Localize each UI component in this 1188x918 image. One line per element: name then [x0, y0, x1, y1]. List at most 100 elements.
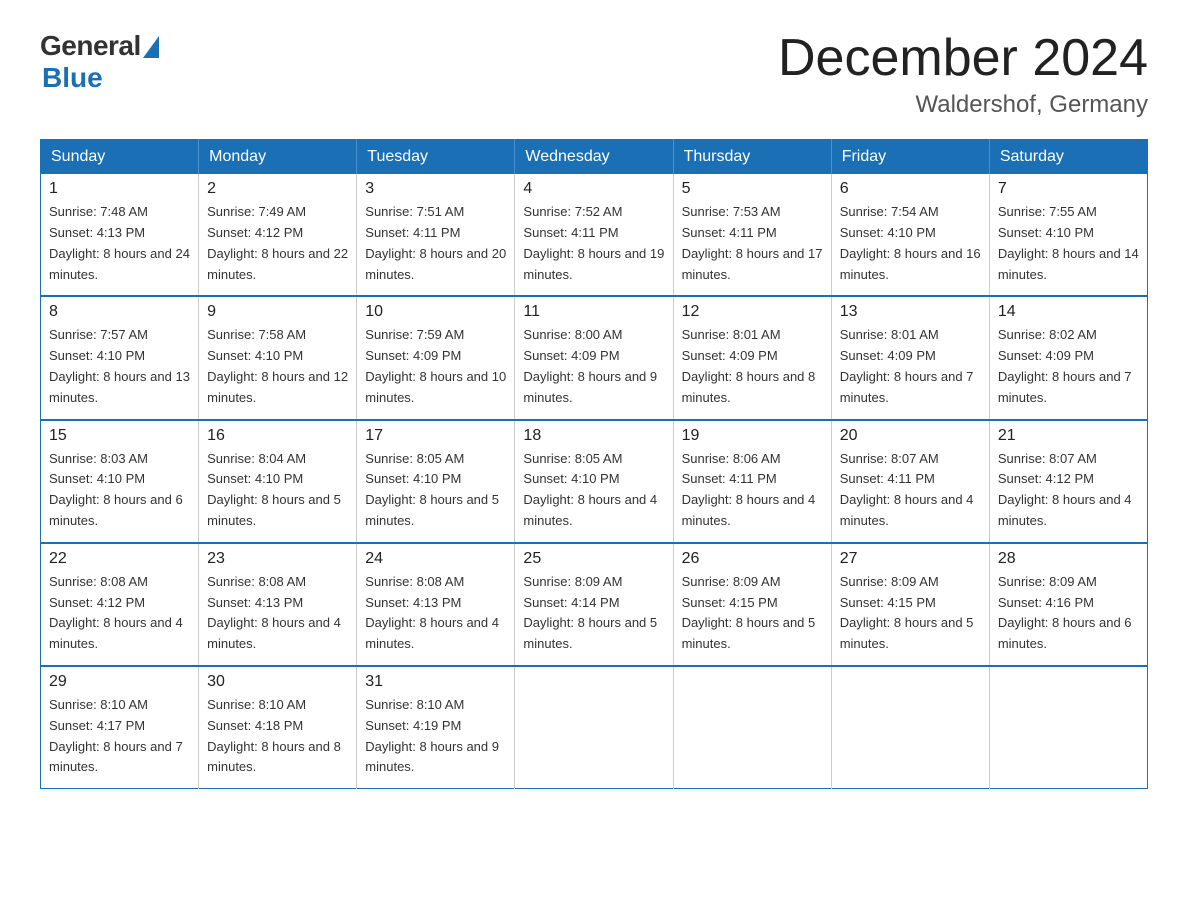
- day-number: 21: [998, 427, 1139, 445]
- table-row: 5 Sunrise: 7:53 AM Sunset: 4:11 PM Dayli…: [673, 174, 831, 296]
- table-row: 27 Sunrise: 8:09 AM Sunset: 4:15 PM Dayl…: [831, 543, 989, 666]
- day-number: 24: [365, 550, 506, 568]
- day-info: Sunrise: 8:01 AM Sunset: 4:09 PM Dayligh…: [682, 325, 823, 408]
- table-row: 30 Sunrise: 8:10 AM Sunset: 4:18 PM Dayl…: [199, 666, 357, 789]
- calendar-header-row: Sunday Monday Tuesday Wednesday Thursday…: [41, 140, 1148, 175]
- day-info: Sunrise: 8:07 AM Sunset: 4:12 PM Dayligh…: [998, 449, 1139, 532]
- table-row: 10 Sunrise: 7:59 AM Sunset: 4:09 PM Dayl…: [357, 296, 515, 419]
- day-info: Sunrise: 7:49 AM Sunset: 4:12 PM Dayligh…: [207, 202, 348, 285]
- location-title: Waldershof, Germany: [778, 91, 1148, 119]
- day-info: Sunrise: 7:51 AM Sunset: 4:11 PM Dayligh…: [365, 202, 506, 285]
- table-row: 16 Sunrise: 8:04 AM Sunset: 4:10 PM Dayl…: [199, 420, 357, 543]
- day-number: 9: [207, 303, 348, 321]
- table-row: [515, 666, 673, 789]
- table-row: 21 Sunrise: 8:07 AM Sunset: 4:12 PM Dayl…: [989, 420, 1147, 543]
- table-row: 13 Sunrise: 8:01 AM Sunset: 4:09 PM Dayl…: [831, 296, 989, 419]
- table-row: 31 Sunrise: 8:10 AM Sunset: 4:19 PM Dayl…: [357, 666, 515, 789]
- day-info: Sunrise: 8:08 AM Sunset: 4:13 PM Dayligh…: [365, 572, 506, 655]
- month-title: December 2024: [778, 30, 1148, 87]
- day-info: Sunrise: 7:57 AM Sunset: 4:10 PM Dayligh…: [49, 325, 190, 408]
- day-info: Sunrise: 8:04 AM Sunset: 4:10 PM Dayligh…: [207, 449, 348, 532]
- day-info: Sunrise: 8:01 AM Sunset: 4:09 PM Dayligh…: [840, 325, 981, 408]
- header-wednesday: Wednesday: [515, 140, 673, 175]
- day-number: 29: [49, 673, 190, 691]
- day-number: 12: [682, 303, 823, 321]
- table-row: 28 Sunrise: 8:09 AM Sunset: 4:16 PM Dayl…: [989, 543, 1147, 666]
- day-info: Sunrise: 7:55 AM Sunset: 4:10 PM Dayligh…: [998, 202, 1139, 285]
- day-number: 6: [840, 180, 981, 198]
- day-number: 23: [207, 550, 348, 568]
- table-row: 26 Sunrise: 8:09 AM Sunset: 4:15 PM Dayl…: [673, 543, 831, 666]
- logo-blue-text: Blue: [42, 62, 103, 94]
- day-number: 4: [523, 180, 664, 198]
- table-row: 14 Sunrise: 8:02 AM Sunset: 4:09 PM Dayl…: [989, 296, 1147, 419]
- title-block: December 2024 Waldershof, Germany: [778, 30, 1148, 119]
- day-number: 20: [840, 427, 981, 445]
- day-info: Sunrise: 8:05 AM Sunset: 4:10 PM Dayligh…: [523, 449, 664, 532]
- day-info: Sunrise: 8:10 AM Sunset: 4:19 PM Dayligh…: [365, 695, 506, 778]
- day-number: 19: [682, 427, 823, 445]
- day-info: Sunrise: 8:03 AM Sunset: 4:10 PM Dayligh…: [49, 449, 190, 532]
- table-row: 1 Sunrise: 7:48 AM Sunset: 4:13 PM Dayli…: [41, 174, 199, 296]
- day-number: 31: [365, 673, 506, 691]
- table-row: [831, 666, 989, 789]
- day-number: 1: [49, 180, 190, 198]
- calendar-week-row: 1 Sunrise: 7:48 AM Sunset: 4:13 PM Dayli…: [41, 174, 1148, 296]
- calendar-table: Sunday Monday Tuesday Wednesday Thursday…: [40, 139, 1148, 789]
- header-saturday: Saturday: [989, 140, 1147, 175]
- table-row: 11 Sunrise: 8:00 AM Sunset: 4:09 PM Dayl…: [515, 296, 673, 419]
- header-friday: Friday: [831, 140, 989, 175]
- table-row: 6 Sunrise: 7:54 AM Sunset: 4:10 PM Dayli…: [831, 174, 989, 296]
- table-row: 22 Sunrise: 8:08 AM Sunset: 4:12 PM Dayl…: [41, 543, 199, 666]
- table-row: 12 Sunrise: 8:01 AM Sunset: 4:09 PM Dayl…: [673, 296, 831, 419]
- header-monday: Monday: [199, 140, 357, 175]
- table-row: 29 Sunrise: 8:10 AM Sunset: 4:17 PM Dayl…: [41, 666, 199, 789]
- table-row: 25 Sunrise: 8:09 AM Sunset: 4:14 PM Dayl…: [515, 543, 673, 666]
- day-number: 25: [523, 550, 664, 568]
- day-info: Sunrise: 8:09 AM Sunset: 4:16 PM Dayligh…: [998, 572, 1139, 655]
- header-sunday: Sunday: [41, 140, 199, 175]
- table-row: 2 Sunrise: 7:49 AM Sunset: 4:12 PM Dayli…: [199, 174, 357, 296]
- day-info: Sunrise: 7:58 AM Sunset: 4:10 PM Dayligh…: [207, 325, 348, 408]
- day-number: 3: [365, 180, 506, 198]
- day-number: 27: [840, 550, 981, 568]
- day-number: 16: [207, 427, 348, 445]
- logo-triangle-icon: [143, 36, 159, 58]
- day-number: 10: [365, 303, 506, 321]
- table-row: 19 Sunrise: 8:06 AM Sunset: 4:11 PM Dayl…: [673, 420, 831, 543]
- logo-general-text: General: [40, 30, 141, 62]
- header-tuesday: Tuesday: [357, 140, 515, 175]
- day-number: 7: [998, 180, 1139, 198]
- day-info: Sunrise: 8:05 AM Sunset: 4:10 PM Dayligh…: [365, 449, 506, 532]
- day-info: Sunrise: 7:52 AM Sunset: 4:11 PM Dayligh…: [523, 202, 664, 285]
- day-info: Sunrise: 8:10 AM Sunset: 4:17 PM Dayligh…: [49, 695, 190, 778]
- day-info: Sunrise: 8:06 AM Sunset: 4:11 PM Dayligh…: [682, 449, 823, 532]
- day-info: Sunrise: 8:00 AM Sunset: 4:09 PM Dayligh…: [523, 325, 664, 408]
- day-info: Sunrise: 8:09 AM Sunset: 4:15 PM Dayligh…: [682, 572, 823, 655]
- calendar-week-row: 22 Sunrise: 8:08 AM Sunset: 4:12 PM Dayl…: [41, 543, 1148, 666]
- table-row: [989, 666, 1147, 789]
- day-info: Sunrise: 7:48 AM Sunset: 4:13 PM Dayligh…: [49, 202, 190, 285]
- table-row: 4 Sunrise: 7:52 AM Sunset: 4:11 PM Dayli…: [515, 174, 673, 296]
- day-info: Sunrise: 7:59 AM Sunset: 4:09 PM Dayligh…: [365, 325, 506, 408]
- table-row: 3 Sunrise: 7:51 AM Sunset: 4:11 PM Dayli…: [357, 174, 515, 296]
- day-number: 22: [49, 550, 190, 568]
- calendar-week-row: 15 Sunrise: 8:03 AM Sunset: 4:10 PM Dayl…: [41, 420, 1148, 543]
- day-number: 13: [840, 303, 981, 321]
- logo: General Blue: [40, 30, 159, 94]
- day-info: Sunrise: 8:02 AM Sunset: 4:09 PM Dayligh…: [998, 325, 1139, 408]
- day-number: 5: [682, 180, 823, 198]
- table-row: 15 Sunrise: 8:03 AM Sunset: 4:10 PM Dayl…: [41, 420, 199, 543]
- table-row: [673, 666, 831, 789]
- table-row: 20 Sunrise: 8:07 AM Sunset: 4:11 PM Dayl…: [831, 420, 989, 543]
- day-number: 18: [523, 427, 664, 445]
- table-row: 18 Sunrise: 8:05 AM Sunset: 4:10 PM Dayl…: [515, 420, 673, 543]
- table-row: 8 Sunrise: 7:57 AM Sunset: 4:10 PM Dayli…: [41, 296, 199, 419]
- day-number: 11: [523, 303, 664, 321]
- day-info: Sunrise: 7:54 AM Sunset: 4:10 PM Dayligh…: [840, 202, 981, 285]
- day-number: 17: [365, 427, 506, 445]
- table-row: 24 Sunrise: 8:08 AM Sunset: 4:13 PM Dayl…: [357, 543, 515, 666]
- table-row: 23 Sunrise: 8:08 AM Sunset: 4:13 PM Dayl…: [199, 543, 357, 666]
- header-thursday: Thursday: [673, 140, 831, 175]
- table-row: 9 Sunrise: 7:58 AM Sunset: 4:10 PM Dayli…: [199, 296, 357, 419]
